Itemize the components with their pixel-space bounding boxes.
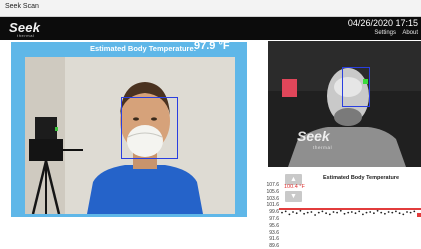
y-tick-label: 101.6: [266, 202, 279, 209]
data-point: [306, 211, 309, 214]
chevron-up-icon: ▲: [290, 176, 297, 183]
thermal-watermark-sub: thermal: [313, 145, 333, 150]
temperature-label: Estimated Body Temperature:: [90, 44, 197, 53]
data-point: [380, 211, 383, 214]
data-point: [339, 209, 342, 212]
data-point: [395, 210, 397, 213]
y-tick-label: 99.6: [269, 209, 279, 216]
data-point: [402, 213, 405, 216]
data-point: [354, 212, 357, 215]
app-header: Seek thermal 04/26/2020 17:15 Settings A…: [0, 17, 421, 40]
y-tick-label: 105.6: [266, 188, 279, 195]
data-point: [317, 211, 320, 214]
y-tick-label: 95.6: [269, 222, 279, 229]
data-point: [288, 213, 291, 216]
data-point: [328, 213, 331, 216]
data-point: [347, 211, 350, 214]
data-point: [365, 211, 368, 214]
y-tick-label: 97.6: [269, 216, 279, 222]
thermal-detection-box: [342, 67, 370, 107]
chevron-down-icon: ▼: [290, 193, 297, 200]
latest-reading-marker: [417, 213, 421, 217]
data-point: [336, 211, 338, 214]
measurement-point: [363, 79, 368, 84]
data-point: [325, 212, 327, 215]
about-link[interactable]: About: [402, 30, 418, 36]
datetime: 04/26/2020 17:15: [347, 18, 418, 28]
data-point: [310, 211, 313, 213]
data-point: [281, 211, 283, 214]
data-point: [332, 211, 335, 213]
seek-logo-sub: thermal: [17, 33, 35, 38]
data-point: [299, 209, 302, 212]
data-point: [314, 214, 316, 216]
data-point: [409, 211, 412, 214]
window-title: Seek Scan: [5, 3, 39, 10]
data-point: [350, 211, 353, 213]
y-tick-label: 89.6: [269, 243, 279, 249]
data-point: [387, 211, 390, 213]
y-tick-label: 107.6: [266, 182, 279, 188]
data-point: [398, 212, 401, 215]
data-point: [292, 211, 294, 213]
data-point: [362, 213, 364, 216]
data-point: [369, 211, 372, 213]
data-point: [295, 212, 298, 215]
window-titlebar: Seek Scan: [0, 0, 421, 17]
data-point: [284, 210, 287, 213]
chart-title: Estimated Body Temperature: [323, 175, 400, 181]
data-point: [373, 212, 375, 215]
data-point: [406, 211, 408, 213]
data-point: [391, 211, 394, 214]
y-tick-label: 103.6: [266, 195, 279, 202]
data-point: [321, 210, 324, 213]
thermal-watermark: Seek: [297, 128, 330, 144]
face-detection-box: [121, 97, 178, 159]
current-temperature-readout: 100.4 °F: [284, 184, 305, 190]
temperature-series: [281, 209, 419, 216]
data-point: [376, 209, 379, 212]
data-point: [413, 210, 416, 213]
data-point: [384, 212, 386, 215]
temperature-value: 97.9 °F: [194, 40, 230, 52]
y-tick-label: 93.6: [269, 229, 279, 236]
data-point: [303, 212, 305, 215]
settings-link[interactable]: Settings: [374, 30, 396, 36]
data-point: [343, 212, 346, 215]
y-tick-label: 91.6: [269, 236, 279, 243]
data-point: [358, 210, 361, 213]
scroll-down-button[interactable]: ▼: [285, 191, 302, 202]
